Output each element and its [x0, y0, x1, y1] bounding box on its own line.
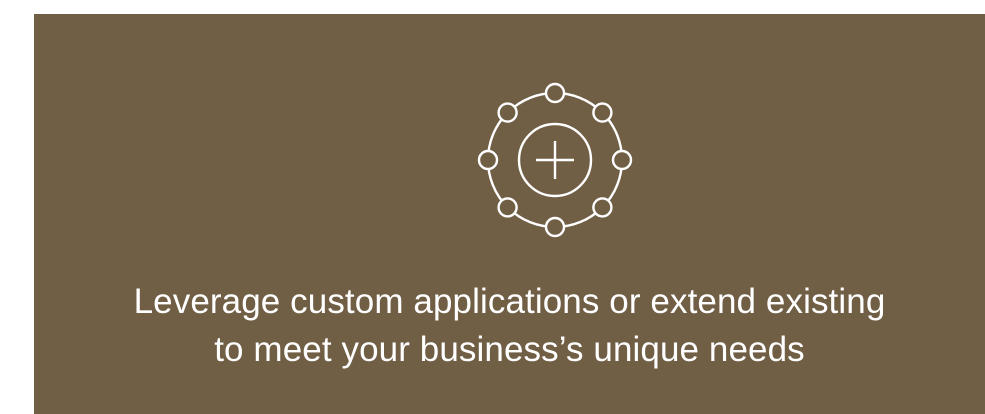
headline: Leverage custom applications or extend e…: [34, 278, 985, 374]
add-integration-icon: [473, 78, 637, 242]
headline-line-1: Leverage custom applications or extend e…: [133, 282, 886, 321]
headline-line-2: to meet your business’s unique needs: [214, 330, 805, 369]
feature-panel: Leverage custom applications or extend e…: [34, 14, 985, 414]
